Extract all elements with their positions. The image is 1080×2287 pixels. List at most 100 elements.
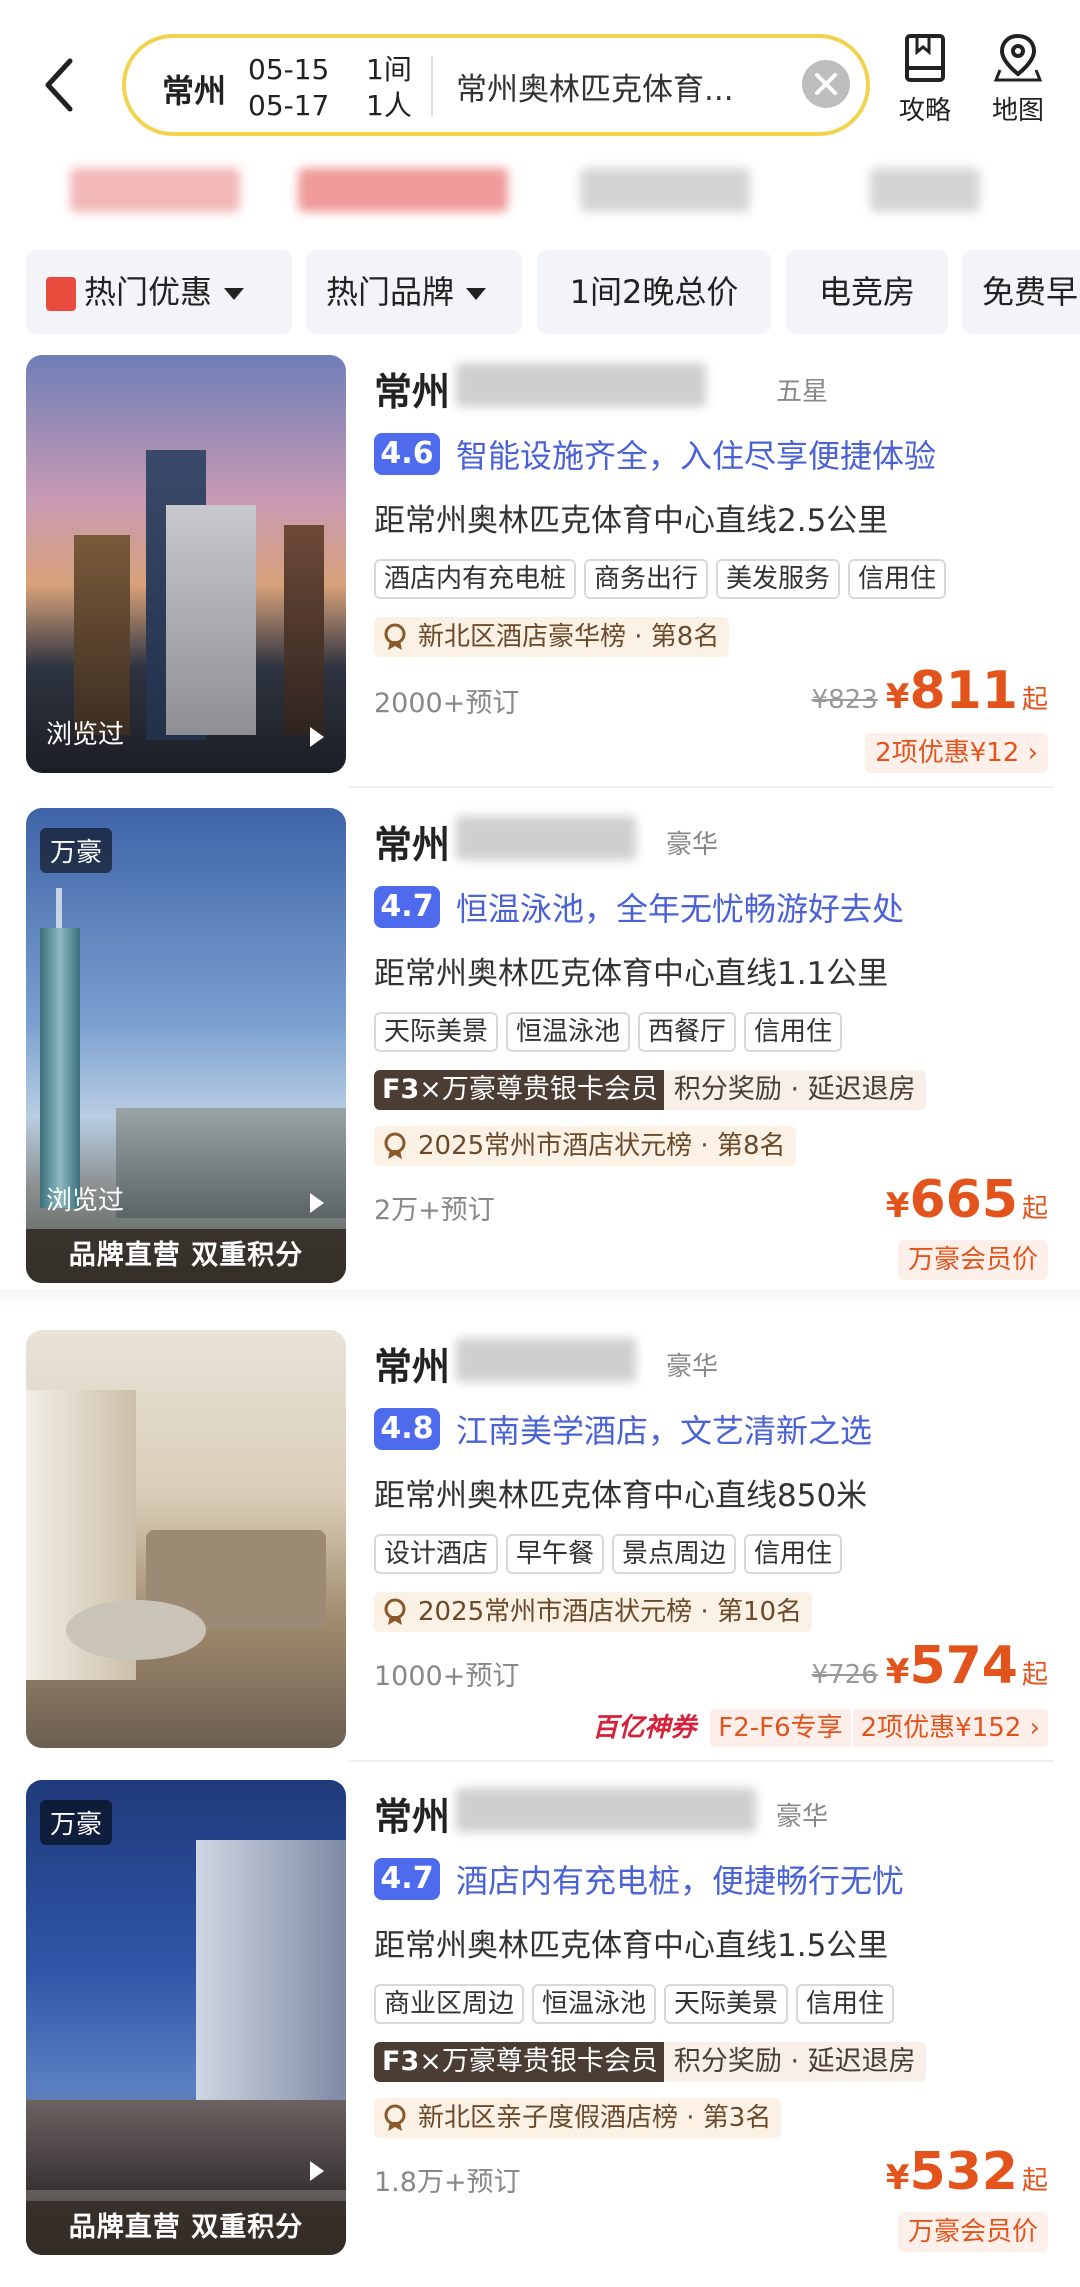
play-icon[interactable] [310, 727, 324, 747]
member-perks: 积分奖励 · 延迟退房 [663, 1070, 926, 1110]
filter-hot-deals[interactable]: 热门优惠 [26, 250, 292, 334]
ranking-text: 新北区酒店豪华榜 · 第8名 [418, 622, 720, 652]
clear-search-icon[interactable] [802, 60, 850, 108]
tag: 西餐厅 [638, 1012, 737, 1052]
distance: 距常州奥林匹克体育中心直线850米 [374, 1478, 868, 1514]
promo-row[interactable]: 百亿神券 F2-F6专享 2项优惠¥152 › [592, 1708, 1048, 1748]
map-label: 地图 [991, 96, 1044, 126]
member-price-label[interactable]: 万豪会员价 [897, 1240, 1048, 1280]
booking-count: 2万+预订 [374, 1195, 495, 1226]
section-separator [0, 1290, 1080, 1308]
discount-link[interactable]: 2项优惠¥12 › [865, 733, 1048, 773]
tag: 酒店内有充电桩 [374, 559, 577, 599]
divider [348, 1760, 1054, 1762]
ranking-badge[interactable]: 新北区酒店豪华榜 · 第8名 [374, 617, 730, 657]
guide-button[interactable]: 攻略 [885, 32, 965, 127]
price-block: ¥726 ¥574 起 [811, 1636, 1048, 1696]
blurred-filter[interactable] [580, 168, 750, 212]
hotel-name[interactable]: 常州 [374, 361, 450, 416]
member-benefit[interactable]: F3×万豪尊贵银卡会员 积分奖励 · 延迟退房 [374, 1070, 926, 1110]
tag: 信用住 [744, 1534, 843, 1574]
original-price: ¥823 [811, 685, 878, 715]
search-bar[interactable]: 常州 05-15 05-17 1间 1人 常州奥林匹克体育... [122, 34, 870, 136]
member-level: ×万豪尊贵银卡会员 [419, 1074, 658, 1105]
price-block: ¥823 ¥811 起 [811, 661, 1048, 721]
filter-free-breakfast[interactable]: 免费早 [962, 250, 1080, 334]
medal-icon [384, 1132, 406, 1159]
blurred-filter[interactable] [70, 168, 240, 212]
ranking-text: 新北区亲子度假酒店榜 · 第3名 [418, 2103, 772, 2133]
price-suffix: 起 [1021, 1660, 1048, 1690]
tag-list: 天际美景 恒温泳池 西餐厅 信用住 [374, 1012, 850, 1052]
checkin-date: 05-15 [248, 53, 330, 86]
blurred-name [456, 363, 706, 407]
hotel-card[interactable]: 万豪 品牌直营 双重积分 常州 豪华 4.7 酒店内有充电桩，便捷畅行无忧 距常… [26, 1780, 1056, 2255]
hotel-photo[interactable]: 浏览过 [26, 355, 346, 773]
tag: 信用住 [848, 559, 947, 599]
hotel-name[interactable]: 常州 [374, 814, 450, 869]
coupon-brand: 百亿神券 [592, 1713, 697, 1743]
search-query[interactable]: 常州奥林匹克体育... [456, 64, 734, 109]
hotel-card[interactable]: 万豪 浏览过 品牌直营 双重积分 常州 豪华 4.7 恒温泳池，全年无忧畅游好去… [26, 808, 1056, 1283]
tag-list: 设计酒店 早午餐 景点周边 信用住 [374, 1534, 850, 1574]
filter-bar: 热门优惠 热门品牌 1间2晚总价 电竞房 免费早 [0, 250, 1080, 334]
member-price-label[interactable]: 万豪会员价 [897, 2212, 1048, 2252]
price-suffix: 起 [1021, 1194, 1048, 1224]
city-selector[interactable]: 常州 [162, 66, 226, 112]
filter-hot-brands[interactable]: 热门品牌 [306, 250, 522, 334]
brand-badge: 万豪 [40, 1800, 113, 1845]
ranking-badge[interactable]: 新北区亲子度假酒店榜 · 第3名 [374, 2098, 782, 2138]
tag: 商业区周边 [374, 1984, 525, 2024]
hotel-card[interactable]: 浏览过 常州 五星 4.6 智能设施齐全，入住尽享便捷体验 距常州奥林匹克体育中… [26, 355, 1056, 775]
hotel-photo[interactable]: 万豪 品牌直营 双重积分 [26, 1780, 346, 2255]
play-icon[interactable] [310, 1193, 324, 1213]
member-benefit[interactable]: F3×万豪尊贵银卡会员 积分奖励 · 延迟退房 [374, 2042, 926, 2082]
price: 532 [909, 2142, 1018, 2202]
map-button[interactable]: 地图 [978, 32, 1058, 127]
room-guest-selector[interactable]: 1间 1人 [366, 52, 412, 124]
tag: 恒温泳池 [532, 1984, 657, 2024]
ranking-badge[interactable]: 2025常州市酒店状元榜 · 第8名 [374, 1126, 796, 1166]
hotel-name[interactable]: 常州 [374, 1786, 450, 1841]
play-icon[interactable] [310, 2161, 324, 2181]
booking-count: 1000+预订 [374, 1661, 520, 1692]
viewed-label: 浏览过 [46, 1186, 125, 1216]
star-rating: 豪华 [666, 1352, 719, 1382]
filter-label: 1间2晚总价 [569, 273, 739, 311]
blurred-filter[interactable] [298, 168, 508, 212]
ranking-text: 2025常州市酒店状元榜 · 第8名 [418, 1131, 786, 1161]
hotel-photo[interactable] [26, 1330, 346, 1748]
review-score: 4.7 [374, 886, 440, 928]
exclusive-label: F2-F6专享 [710, 1709, 851, 1747]
discount-link[interactable]: 2项优惠¥152 › [852, 1709, 1048, 1747]
blurred-name [456, 816, 636, 860]
price-block: ¥665 起 [885, 1170, 1048, 1230]
blurred-name [456, 1338, 636, 1382]
hotel-name[interactable]: 常州 [374, 1336, 450, 1391]
caret-down-icon [224, 288, 245, 300]
brand-direct-banner: 品牌直营 双重积分 [26, 1229, 346, 1283]
booking-count: 1.8万+预订 [374, 2167, 521, 2198]
hotel-photo[interactable]: 万豪 浏览过 品牌直营 双重积分 [26, 808, 346, 1283]
blurred-filter[interactable] [870, 168, 980, 212]
star-rating: 五星 [776, 377, 829, 407]
medal-icon [384, 2104, 406, 2131]
filter-total-price[interactable]: 1间2晚总价 [537, 250, 771, 334]
medal-icon [384, 1598, 406, 1625]
filter-label: 热门品牌 [326, 273, 455, 311]
viewed-label: 浏览过 [46, 720, 125, 750]
top-bar: 常州 05-15 05-17 1间 1人 常州奥林匹克体育... 攻略 地图 [0, 0, 1080, 175]
price-suffix: 起 [1021, 685, 1048, 715]
original-price: ¥726 [811, 1660, 878, 1690]
filter-esports-room[interactable]: 电竞房 [786, 250, 948, 334]
ranking-badge[interactable]: 2025常州市酒店状元榜 · 第10名 [374, 1592, 813, 1632]
hotel-card[interactable]: 常州 豪华 4.8 江南美学酒店，文艺清新之选 距常州奥林匹克体育中心直线850… [26, 1330, 1056, 1750]
back-arrow-icon[interactable] [40, 55, 80, 115]
book-icon [905, 34, 945, 82]
filter-label: 免费早 [982, 273, 1079, 311]
f3-label: F3 [382, 1074, 420, 1105]
member-tier: F3×万豪尊贵银卡会员 [374, 1070, 668, 1110]
search-divider [431, 56, 433, 116]
tag: 美发服务 [716, 559, 841, 599]
date-selector[interactable]: 05-15 05-17 [248, 52, 329, 124]
